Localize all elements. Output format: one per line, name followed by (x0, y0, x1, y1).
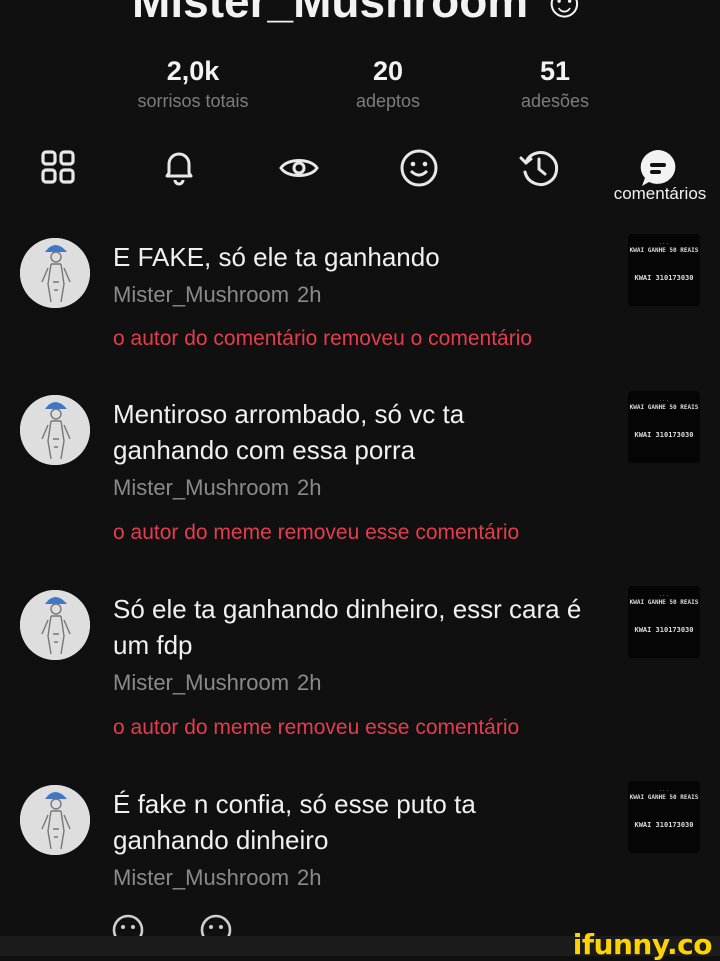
tab-comments-label: comentários (613, 184, 707, 203)
profile-username: Mister_Mushroom ☺ (0, 0, 720, 24)
comment-removed-notice: o autor do meme removeu esse comentário (113, 716, 520, 739)
comment-meta: Mister_Mushroom 2h (113, 865, 322, 891)
thumbnail-line3: KWAI 310173030 (634, 431, 694, 439)
comment-removed-notice: o autor do meme removeu esse comentário (113, 521, 520, 544)
watermark-bar: ifunny.co (0, 928, 720, 961)
comment-time: 2h (297, 475, 322, 500)
tab-notifications[interactable] (157, 146, 201, 190)
thumbnail-line1: ... (658, 240, 670, 246)
comment-text: Mentiroso arrombado, só vc ta ganhando c… (113, 399, 465, 465)
thumbnail-line1: ... (658, 787, 670, 793)
stat-subscriptions-label: adesões (520, 91, 590, 111)
smiley-icon (400, 149, 438, 187)
stat-subscriptions[interactable]: 51 adesões (455, 55, 655, 112)
avatar[interactable] (20, 590, 90, 660)
comment-time: 2h (297, 865, 322, 890)
comment-author[interactable]: Mister_Mushroom (113, 475, 289, 500)
thumbnail-line3: KWAI 310173030 (634, 821, 694, 829)
comment-meta: Mister_Mushroom 2h (113, 475, 322, 501)
tab-smiles[interactable] (397, 146, 441, 190)
thumbnail-line1: ... (658, 592, 670, 598)
comment-text: É fake n confia, só esse puto ta ganhand… (113, 789, 476, 855)
avatar[interactable] (20, 785, 90, 855)
stat-smiles-label: sorrisos totais (137, 91, 249, 111)
meme-thumbnail[interactable]: ... KWAI GANHE 50 REAIS KWAI 310173030 (628, 781, 700, 853)
bell-icon (165, 152, 193, 186)
thumbnail-line2: KWAI GANHE 50 REAIS (629, 794, 699, 801)
history-icon (519, 151, 559, 186)
grid-icon (41, 150, 75, 184)
statue-avatar-image (20, 395, 90, 465)
stat-smiles: 2,0k sorrisos totais (93, 55, 293, 112)
stat-smiles-value: 2,0k (166, 56, 220, 86)
ifunny-watermark: ifunny.co (572, 928, 713, 961)
comment-author[interactable]: Mister_Mushroom (113, 282, 289, 307)
thumbnail-line3: KWAI 310173030 (634, 274, 694, 282)
meme-thumbnail[interactable]: ... KWAI GANHE 50 REAIS KWAI 310173030 (628, 234, 700, 306)
statue-avatar-image (20, 785, 90, 855)
comment-removed-notice: o autor do comentário removeu o comentár… (113, 327, 533, 350)
thumbnail-line2: KWAI GANHE 50 REAIS (629, 247, 699, 254)
comment-author[interactable]: Mister_Mushroom (113, 865, 289, 890)
statue-avatar-image (20, 590, 90, 660)
tab-grid[interactable] (37, 146, 81, 190)
tab-history[interactable] (517, 146, 561, 190)
comment-text: E FAKE, só ele ta ganhando (113, 242, 440, 272)
thumbnail-line2: KWAI GANHE 50 REAIS (629, 599, 699, 606)
comment-time: 2h (297, 282, 322, 307)
comment-meta: Mister_Mushroom 2h (113, 670, 322, 696)
avatar[interactable] (20, 395, 90, 465)
meme-thumbnail[interactable]: ... KWAI GANHE 50 REAIS KWAI 310173030 (628, 391, 700, 463)
thumbnail-line3: KWAI 310173030 (634, 626, 694, 634)
stat-subscriptions-value: 51 (539, 56, 571, 86)
eye-icon (279, 159, 319, 177)
thumbnail-line2: KWAI GANHE 50 REAIS (629, 404, 699, 411)
tab-views[interactable] (277, 146, 321, 190)
comment-meta: Mister_Mushroom 2h (113, 282, 322, 308)
thumbnail-line1: ... (658, 397, 670, 403)
meme-thumbnail[interactable]: ... KWAI GANHE 50 REAIS KWAI 310173030 (628, 586, 700, 658)
avatar[interactable] (20, 238, 90, 308)
comment-text: Só ele ta ganhando dinheiro, essr cara é… (113, 594, 582, 660)
statue-avatar-image (20, 238, 90, 308)
comment-author[interactable]: Mister_Mushroom (113, 670, 289, 695)
comment-time: 2h (297, 670, 322, 695)
